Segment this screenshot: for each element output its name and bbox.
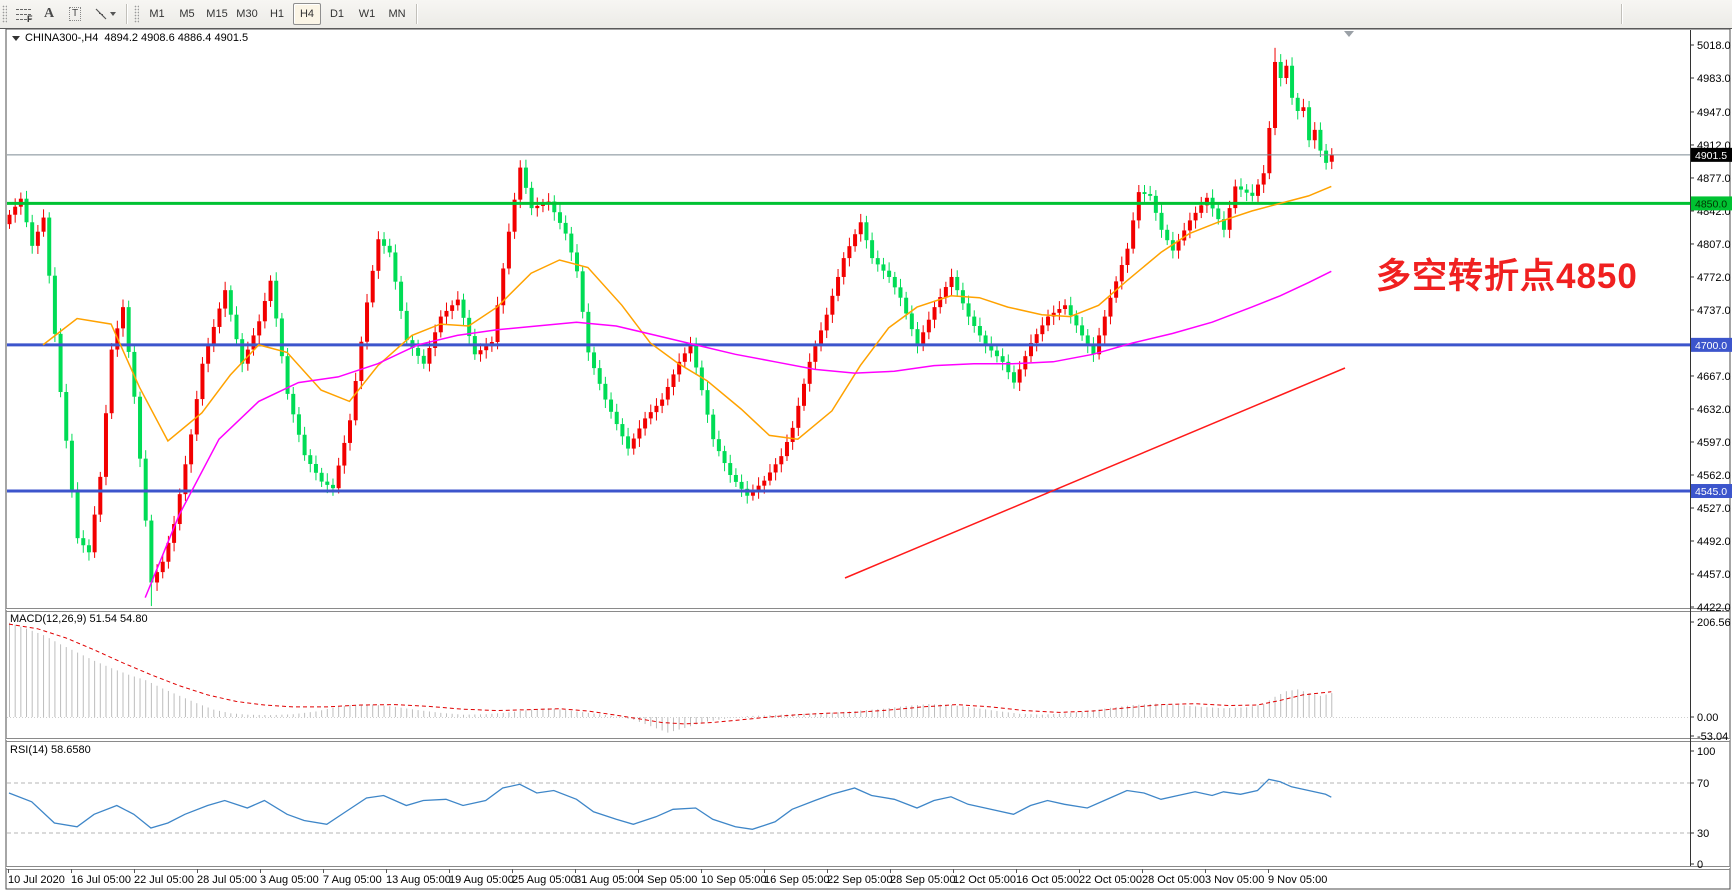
time-axis-label: 3 Aug 05:00 [260,874,319,886]
time-axis-label: 9 Nov 05:00 [1268,874,1327,886]
price-axis-label: 4983.0 [1697,73,1731,85]
price-box: 4700.0 [1691,338,1732,352]
time-axis-label: 22 Oct 05:00 [1079,874,1142,886]
annotation-text: 多空转折点4850 [1376,248,1638,299]
price-axis-label: 4737.0 [1697,305,1731,317]
price-axis-label: 4422.0 [1697,602,1731,614]
time-axis-label: 22 Sep 05:00 [827,874,892,886]
chart-ohlc-values: 4894.2 4908.6 4886.4 4901.5 [104,32,248,44]
time-axis-label: 22 Jul 05:00 [134,874,194,886]
rsi-indicator-label: RSI(14) 58.6580 [10,744,91,756]
time-axis-label: 16 Jul 05:00 [71,874,131,886]
time-axis-label: 31 Aug 05:00 [575,874,640,886]
macd-axis-label: -53.04 [1697,731,1728,743]
macd-axis-label: 206.56 [1697,617,1731,629]
macd-axis-label: 0.00 [1697,712,1718,724]
price-box-label: 4850.0 [1695,198,1727,210]
price-box: 4850.0 [1691,196,1732,210]
price-box-label: 4700.0 [1695,340,1727,352]
time-axis-label: 13 Aug 05:00 [386,874,451,886]
rsi-axis-label: 70 [1697,778,1709,790]
macd-indicator-label: MACD(12,26,9) 51.54 54.80 [10,613,148,625]
price-box: 4901.5 [1691,148,1732,162]
price-box: 4545.0 [1691,484,1732,498]
price-axis-label: 5018.0 [1697,40,1731,52]
price-axis-label: 4772.0 [1697,272,1731,284]
price-axis-label: 4457.0 [1697,569,1731,581]
price-axis-label: 4597.0 [1697,437,1731,449]
price-box-label: 4901.5 [1695,150,1727,162]
trading-terminal: F A T M1M5M15M30H1H4D1W1MN CHINA300-,H44… [0,0,1732,892]
collapse-triangle-icon[interactable] [12,36,20,41]
time-axis-label: 16 Oct 05:00 [1016,874,1079,886]
time-axis-label: 25 Aug 05:00 [512,874,577,886]
chart-window-background [6,29,1730,889]
time-axis-label: 28 Jul 05:00 [197,874,257,886]
time-axis-label: 10 Sep 05:00 [701,874,766,886]
time-axis-label: 4 Sep 05:00 [638,874,697,886]
time-axis-label: 12 Oct 05:00 [953,874,1016,886]
price-axis-label: 4877.0 [1697,173,1731,185]
time-axis-label: 7 Aug 05:00 [323,874,382,886]
rsi-axis-label: 0 [1697,859,1703,871]
price-axis-label: 4807.0 [1697,239,1731,251]
time-axis-label: 19 Aug 05:00 [449,874,514,886]
price-axis-label: 4562.0 [1697,470,1731,482]
time-axis-label: 16 Sep 05:00 [764,874,829,886]
price-axis-label: 4667.0 [1697,371,1731,383]
price-axis-label: 4527.0 [1697,503,1731,515]
rsi-axis-label: 30 [1697,828,1709,840]
chart-title: CHINA300-,H4 4894.2 4908.6 4886.4 4901.5 [12,32,254,44]
price-box-label: 4545.0 [1695,486,1727,498]
time-axis-label: 10 Jul 2020 [8,874,65,886]
time-axis-label: 3 Nov 05:00 [1205,874,1264,886]
price-axis-label: 4492.0 [1697,536,1731,548]
price-axis-label: 4947.0 [1697,107,1731,119]
chart-symbol-period: CHINA300-,H4 [25,32,98,44]
time-axis-label: 28 Sep 05:00 [890,874,955,886]
price-axis-label: 4632.0 [1697,404,1731,416]
rsi-axis-label: 100 [1697,746,1715,758]
chart-canvas[interactable]: 5018.04983.04947.04912.04877.04842.04807… [0,0,1732,892]
time-axis-label: 28 Oct 05:00 [1142,874,1205,886]
